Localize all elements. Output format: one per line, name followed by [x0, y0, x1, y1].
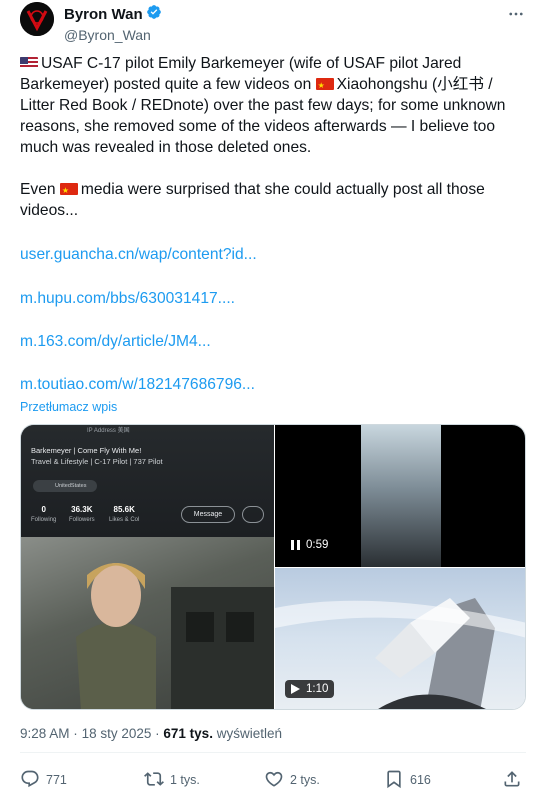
like-count: 2 tys.	[290, 773, 320, 787]
profile-address: IP Address 美国	[87, 428, 130, 434]
china-flag-icon	[315, 78, 334, 90]
pause-icon	[291, 540, 300, 550]
tweet-date[interactable]: 18 sty 2025	[82, 726, 152, 741]
author-handle[interactable]: @Byron_Wan	[64, 27, 162, 43]
bookmark-button[interactable]: 616	[384, 766, 431, 794]
link-toutiao[interactable]: m.toutiao.com/w/182147686796...	[20, 376, 255, 394]
link-hupu[interactable]: m.hupu.com/bbs/630031417....	[20, 290, 235, 308]
us-flag-icon	[20, 57, 38, 69]
translate-post-link[interactable]: Przetłumacz wpis	[20, 400, 117, 414]
display-name[interactable]: Byron Wan	[64, 6, 143, 23]
repost-button[interactable]: 1 tys.	[144, 766, 200, 794]
tweet-text: USAF C-17 pilot Emily Barkemeyer (wife o…	[20, 53, 516, 221]
profile-user-icon	[242, 506, 264, 523]
profile-location-chip: UnitedStates	[33, 480, 97, 492]
like-button[interactable]: 2 tys.	[264, 766, 320, 794]
more-horizontal-icon[interactable]	[504, 2, 528, 26]
profile-bio-line: Travel & Lifestyle | C-17 Pilot | 737 Pi…	[31, 457, 163, 466]
profile-name-line: Barkemeyer | Come Fly With Me!	[31, 446, 142, 455]
share-icon	[502, 769, 522, 792]
media-video-refueling[interactable]: 1:10	[275, 568, 525, 709]
link-guancha[interactable]: user.guancha.cn/wap/content?id...	[20, 246, 257, 264]
video-duration-badge: 1:10	[285, 680, 335, 698]
avatar[interactable]	[20, 2, 54, 36]
repost-icon	[144, 769, 164, 792]
cockpit-photo	[21, 537, 274, 709]
bookmark-icon	[384, 769, 404, 792]
link-163[interactable]: m.163.com/dy/article/JM4...	[20, 333, 211, 351]
china-flag-icon	[59, 183, 78, 195]
play-icon	[291, 684, 300, 694]
profile-message-button: Message	[181, 506, 235, 523]
divider	[20, 752, 526, 753]
profile-stat-followers: 36.3K Followers	[69, 505, 95, 523]
tweet-header: Byron Wan @Byron_Wan	[20, 2, 530, 43]
reply-button[interactable]: 771	[20, 766, 67, 794]
views-label: wyświetleń	[216, 726, 282, 741]
paragraph-2b: media were surprised that she could actu…	[20, 181, 485, 219]
profile-card-screenshot: IP Address 美国 Barkemeyer | Come Fly With…	[21, 425, 274, 537]
tweet-time[interactable]: 9:28 AM	[20, 726, 70, 741]
bookmark-count: 616	[410, 773, 431, 787]
views-count: 671 tys.	[163, 726, 213, 741]
tweet-meta: 9:28 AM · 18 sty 2025 · 671 tys. wyświet…	[20, 726, 282, 741]
media-grid: IP Address 美国 Barkemeyer | Come Fly With…	[20, 424, 526, 710]
media-image-profile[interactable]: IP Address 美国 Barkemeyer | Come Fly With…	[21, 425, 274, 709]
verified-badge-icon[interactable]	[146, 4, 162, 25]
reply-count: 771	[46, 773, 67, 787]
meta-separator: ·	[73, 726, 78, 741]
profile-stat-likes: 85.6K Likes & Col	[109, 505, 140, 523]
meta-separator: ·	[155, 726, 160, 741]
repost-count: 1 tys.	[170, 773, 200, 787]
action-bar: 771 1 tys. 2 tys. 616	[20, 766, 526, 794]
paragraph-2a: Even	[20, 181, 60, 198]
media-video-cockpit[interactable]: 0:59	[275, 425, 525, 567]
heart-icon	[264, 769, 284, 792]
profile-stat-following: 0 Following	[31, 505, 57, 523]
author-names: Byron Wan @Byron_Wan	[64, 4, 162, 43]
share-button[interactable]	[502, 766, 522, 794]
reply-icon	[20, 769, 40, 792]
video-thumbnail	[361, 425, 441, 567]
video-duration-badge: 0:59	[285, 536, 335, 554]
